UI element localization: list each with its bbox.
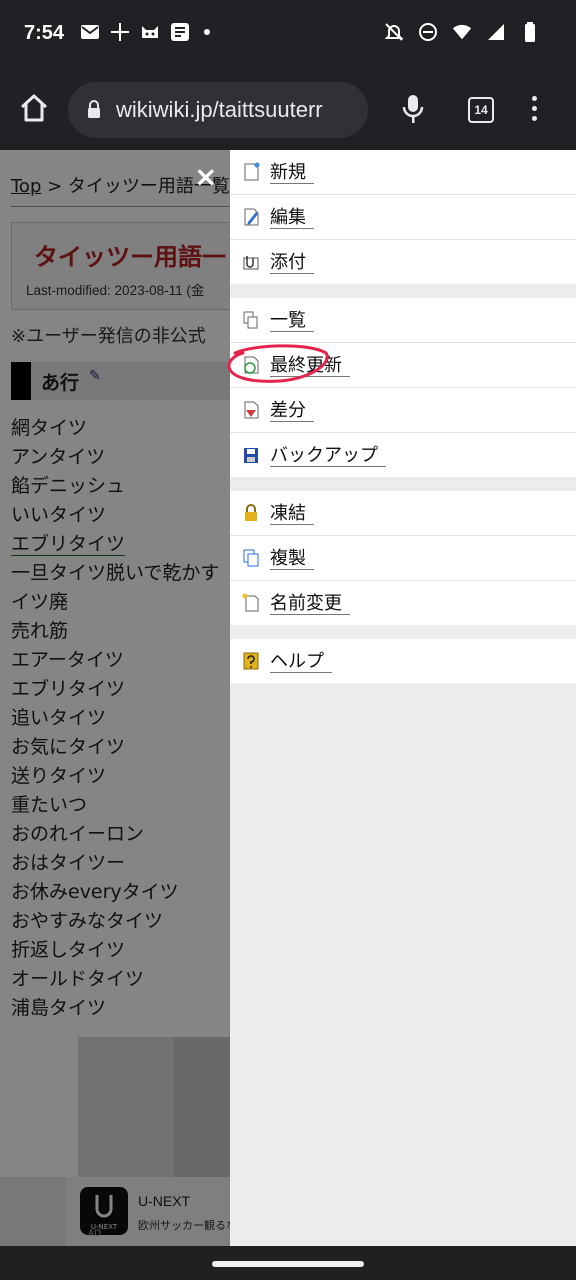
attach-icon [243, 256, 259, 270]
list-icon [243, 311, 258, 329]
menu-label: 編集 [270, 207, 314, 229]
menu-item-rename[interactable]: 名前変更 [230, 581, 576, 625]
menu-item-copy[interactable]: 複製 [230, 536, 576, 581]
menu-item-diff[interactable]: 差分 [230, 388, 576, 433]
status-time: 7:54 [24, 22, 65, 44]
url-text: wikiwiki.jp/taittsuuterr [116, 97, 323, 122]
menu-item-freeze[interactable]: 凍結 [230, 491, 576, 536]
annotation-circle [227, 344, 329, 383]
mail-icon [80, 22, 100, 42]
menu-label: 一覧 [270, 310, 314, 332]
menu-item-backup[interactable]: バックアップ [230, 433, 576, 477]
home-gesture-handle[interactable] [212, 1261, 364, 1267]
home-icon[interactable] [18, 92, 50, 124]
more-menu-icon[interactable] [532, 96, 537, 121]
menu-group-page: 新規 編集 添付 [230, 150, 576, 284]
news-app-icon [170, 22, 190, 42]
address-bar[interactable]: wikiwiki.jp/taittsuuterr [68, 82, 368, 138]
menu-label: 凍結 [270, 503, 314, 525]
side-menu: 新規 編集 添付 一覧 最終更新 差分 バックアップ 凍結 複製 名前変更 ヘル… [230, 150, 576, 1246]
tab-switcher-button[interactable]: 14 [468, 97, 494, 123]
lock-icon [245, 504, 257, 521]
menu-item-new[interactable]: 新規 [230, 150, 576, 195]
close-menu-button[interactable]: × [194, 162, 217, 192]
menu-label: 新規 [270, 162, 314, 184]
gesture-bar [0, 1246, 576, 1280]
menu-label: 名前変更 [270, 593, 350, 615]
menu-item-edit[interactable]: 編集 [230, 195, 576, 240]
rename-icon [242, 593, 259, 612]
menu-label: 添付 [270, 252, 314, 274]
menu-group-help: ヘルプ [230, 639, 576, 683]
wiki-page: Top > タイッツー用語一覧 タイッツー用語一 Last-modified: … [0, 150, 576, 1246]
copy-icon [243, 549, 259, 567]
menu-item-list[interactable]: 一覧 [230, 298, 576, 343]
menu-item-help[interactable]: ヘルプ [230, 639, 576, 683]
wifi-icon [452, 22, 472, 42]
microphone-icon[interactable] [402, 94, 424, 128]
edit-icon [244, 208, 259, 226]
bell-off-icon [384, 22, 404, 42]
menu-label: 複製 [270, 548, 314, 570]
notification-icons [80, 22, 210, 42]
help-icon [243, 652, 259, 670]
menu-item-attach[interactable]: 添付 [230, 240, 576, 284]
signal-icon [486, 22, 506, 42]
do-not-disturb-icon [418, 22, 438, 42]
browser-toolbar: wikiwiki.jp/taittsuuterr 14 [0, 70, 576, 150]
lock-icon [86, 99, 102, 123]
menu-label: ヘルプ [270, 651, 332, 673]
battery-icon [520, 22, 540, 42]
system-icons [384, 22, 540, 42]
menu-label: バックアップ [270, 445, 386, 467]
cat-app-icon [140, 22, 160, 42]
backup-icon [244, 448, 258, 463]
diff-icon [244, 401, 259, 419]
more-notifications-dot [204, 29, 210, 35]
pinwheel-icon [110, 22, 130, 42]
menu-label: 差分 [270, 400, 314, 422]
status-bar: 7:54 [0, 0, 576, 70]
new-page-icon [244, 162, 260, 181]
menu-group-history: 一覧 最終更新 差分 バックアップ [230, 298, 576, 477]
menu-group-manage: 凍結 複製 名前変更 [230, 491, 576, 625]
